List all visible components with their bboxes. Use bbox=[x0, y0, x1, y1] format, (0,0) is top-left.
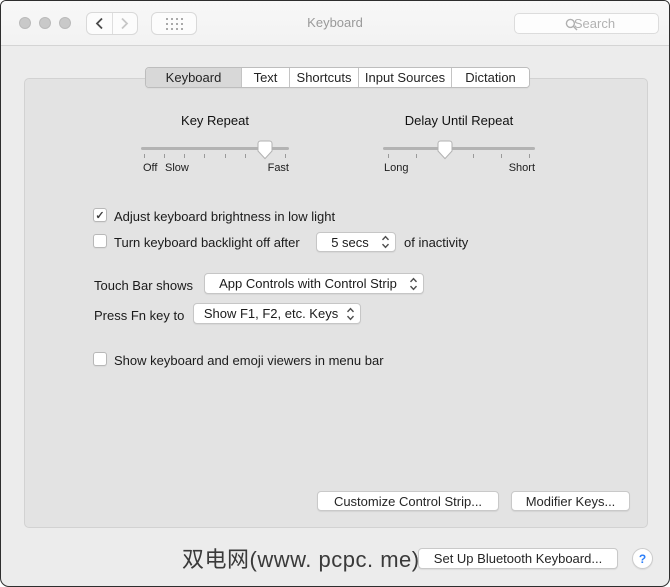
delay-label-short: Short bbox=[508, 162, 535, 174]
key-repeat-label-slow: Slow bbox=[165, 162, 189, 174]
fn-key-label: Press Fn key to bbox=[94, 308, 185, 323]
customize-control-strip-button[interactable]: Customize Control Strip... bbox=[317, 491, 499, 511]
brightness-checkbox[interactable]: ✓ bbox=[93, 208, 107, 222]
touch-bar-label: Touch Bar shows bbox=[94, 278, 193, 293]
key-repeat-title: Key Repeat bbox=[181, 113, 249, 128]
key-repeat-slider: Off Slow Fast bbox=[141, 140, 289, 178]
fn-key-popup-value: Show F1, F2, etc. Keys bbox=[203, 306, 339, 321]
backlight-suffix-label: of inactivity bbox=[404, 235, 469, 250]
tab-text[interactable]: Text bbox=[241, 68, 289, 87]
delay-until-repeat-title: Delay Until Repeat bbox=[404, 113, 514, 128]
backlight-delay-popup[interactable]: 5 secs bbox=[316, 232, 396, 252]
keyboard-preferences-window: Keyboard Keyboard Text Shortcuts Input S… bbox=[0, 0, 670, 587]
setup-bluetooth-keyboard-button[interactable]: Set Up Bluetooth Keyboard... bbox=[418, 548, 618, 569]
viewers-checkbox[interactable] bbox=[93, 352, 107, 366]
watermark-text: 双电网(www. pcpc. me) bbox=[182, 547, 420, 572]
tab-dictation[interactable]: Dictation bbox=[451, 68, 529, 87]
stepper-icon bbox=[346, 307, 355, 320]
tab-keyboard[interactable]: Keyboard bbox=[146, 68, 241, 87]
delay-slider-track[interactable] bbox=[383, 147, 535, 150]
key-repeat-label-off: Off bbox=[143, 162, 158, 174]
key-repeat-label-fast: Fast bbox=[267, 162, 289, 174]
viewers-checkbox-label: Show keyboard and emoji viewers in menu … bbox=[114, 353, 384, 368]
fn-key-popup[interactable]: Show F1, F2, etc. Keys bbox=[193, 303, 361, 324]
delay-label-long: Long bbox=[384, 162, 409, 174]
backlight-checkbox-label: Turn keyboard backlight off after bbox=[114, 235, 300, 250]
delay-until-repeat-slider: Long Short bbox=[383, 140, 535, 178]
help-button[interactable]: ? bbox=[632, 548, 653, 569]
stepper-icon bbox=[409, 277, 418, 290]
search-input[interactable] bbox=[515, 14, 658, 33]
brightness-checkbox-label: Adjust keyboard brightness in low light bbox=[114, 209, 336, 224]
touch-bar-popup[interactable]: App Controls with Control Strip bbox=[204, 273, 424, 294]
tabbar: Keyboard Text Shortcuts Input Sources Di… bbox=[145, 67, 530, 88]
delay-slider-thumb[interactable] bbox=[437, 140, 453, 160]
delay-slider-ticks bbox=[388, 154, 530, 158]
touch-bar-popup-value: App Controls with Control Strip bbox=[219, 276, 397, 291]
question-mark-icon: ? bbox=[638, 551, 647, 566]
tab-input-sources[interactable]: Input Sources bbox=[358, 68, 451, 87]
modifier-keys-button[interactable]: Modifier Keys... bbox=[511, 491, 630, 511]
titlebar: Keyboard bbox=[1, 1, 669, 46]
stepper-icon bbox=[381, 235, 390, 249]
search-field bbox=[514, 13, 659, 34]
backlight-delay-value: 5 secs bbox=[331, 234, 369, 250]
checkmark-icon: ✓ bbox=[95, 209, 105, 222]
backlight-checkbox[interactable] bbox=[93, 234, 107, 248]
key-repeat-slider-thumb[interactable] bbox=[257, 140, 273, 160]
tab-shortcuts[interactable]: Shortcuts bbox=[289, 68, 358, 87]
